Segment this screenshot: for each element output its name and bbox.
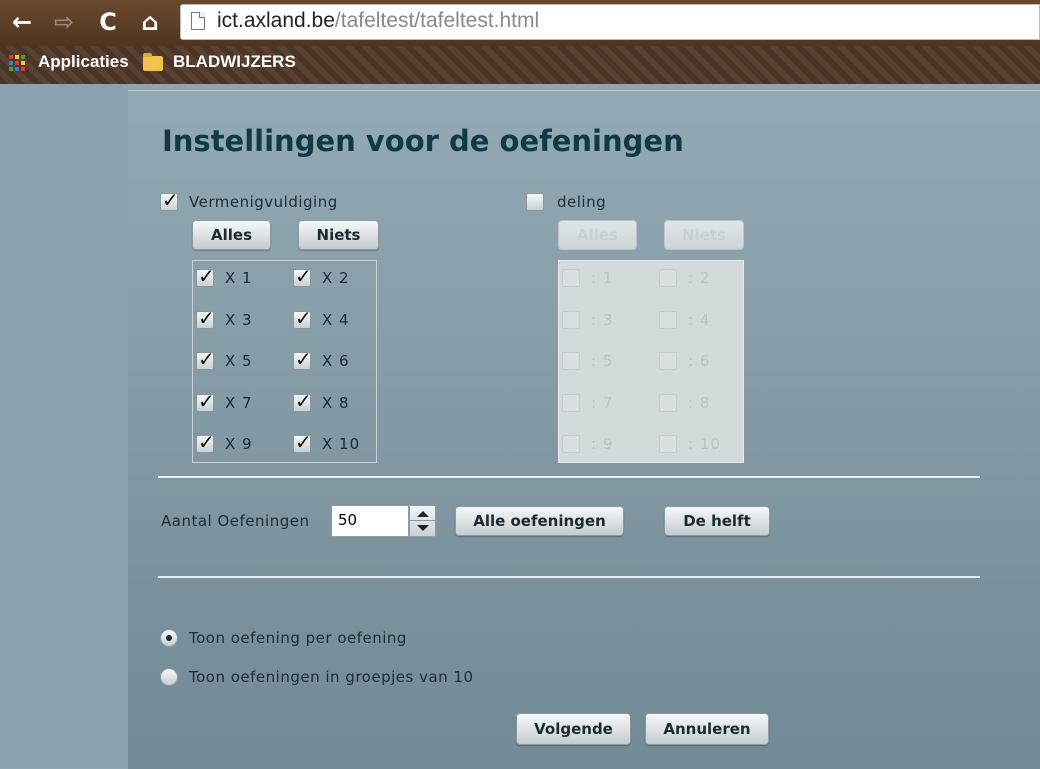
next-button[interactable]: Volgende	[516, 713, 631, 745]
check-icon: ✓	[198, 389, 215, 413]
show-one-by-one-radio[interactable]	[160, 629, 178, 647]
page-icon	[191, 12, 205, 30]
division-item-label: : 2	[688, 269, 711, 287]
check-icon: ✓	[198, 430, 215, 454]
division-item-checkbox[interactable]	[659, 435, 677, 453]
show-groups-label: Toon oefeningen in groepjes van 10	[189, 668, 474, 686]
multiplication-item-label: X 8	[322, 394, 350, 412]
division-item-label: : 5	[591, 352, 614, 370]
folder-icon	[143, 53, 163, 71]
division-checkbox[interactable]	[526, 193, 544, 211]
apps-grid-icon[interactable]	[9, 55, 27, 73]
check-icon: ✓	[295, 430, 312, 454]
division-item-label: : 8	[688, 394, 711, 412]
multiplication-checkbox[interactable]: ✓	[160, 188, 179, 212]
half-button[interactable]: De helft	[664, 506, 770, 536]
page-margin	[0, 84, 128, 768]
back-icon[interactable]: ←	[8, 8, 36, 36]
check-icon: ✓	[198, 347, 215, 371]
multiplication-item-checkbox[interactable]: ✓	[293, 306, 312, 330]
division-item-checkbox[interactable]	[659, 394, 677, 412]
url-host: ict.axland.be	[217, 9, 335, 32]
exercise-count-label: Aantal Oefeningen	[161, 512, 310, 530]
spinner-divider	[410, 520, 435, 521]
all-exercises-button[interactable]: Alle oefeningen	[455, 506, 624, 536]
check-icon: ✓	[295, 306, 312, 330]
multiplication-item-checkbox[interactable]: ✓	[293, 347, 312, 371]
division-item-checkbox[interactable]	[562, 269, 580, 287]
division-item-checkbox[interactable]	[659, 352, 677, 370]
check-icon: ✓	[198, 306, 215, 330]
url-text: ict.axland.be/tafeltest/tafeltest.html	[217, 9, 539, 33]
url-path: /tafeltest/tafeltest.html	[334, 9, 540, 32]
division-item-label: : 10	[688, 435, 721, 453]
division-item-checkbox[interactable]	[562, 311, 580, 329]
division-all-button[interactable]: Alles	[558, 220, 637, 250]
multiplication-item-label: X 10	[322, 435, 361, 453]
multiplication-item-checkbox[interactable]: ✓	[196, 389, 215, 413]
home-icon[interactable]: ⌂	[136, 8, 164, 36]
division-item-checkbox[interactable]	[562, 394, 580, 412]
multiplication-item-label: X 5	[225, 352, 253, 370]
page-title: Instellingen voor de oefeningen	[162, 124, 684, 158]
show-one-by-one-label: Toon oefening per oefening	[189, 629, 407, 647]
multiplication-item-checkbox[interactable]: ✓	[196, 264, 215, 288]
division-item-checkbox[interactable]	[659, 269, 677, 287]
multiplication-item-checkbox[interactable]: ✓	[293, 264, 312, 288]
radio-selected-dot	[166, 635, 172, 641]
division-table-list	[558, 260, 744, 463]
multiplication-all-button[interactable]: Alles	[192, 220, 271, 250]
multiplication-item-label: X 3	[225, 311, 253, 329]
divider	[158, 576, 980, 578]
multiplication-item-label: X 7	[225, 394, 253, 412]
multiplication-item-label: X 1	[225, 269, 253, 287]
check-icon: ✓	[295, 264, 312, 288]
division-item-label: : 7	[591, 394, 614, 412]
multiplication-item-label: X 4	[322, 311, 350, 329]
reload-icon[interactable]: C	[94, 8, 122, 36]
multiplication-item-checkbox[interactable]: ✓	[196, 347, 215, 371]
division-label: deling	[557, 193, 607, 211]
divider	[158, 476, 980, 478]
exercise-count-input[interactable]: 50	[331, 505, 409, 537]
multiplication-item-label: X 6	[322, 352, 350, 370]
check-icon: ✓	[162, 188, 179, 212]
multiplication-none-button[interactable]: Niets	[298, 220, 379, 250]
division-none-button[interactable]: Niets	[664, 220, 744, 250]
division-item-label: : 3	[591, 311, 614, 329]
bookmark-folder[interactable]: BLADWIJZERS	[173, 52, 296, 72]
division-item-label: : 4	[688, 311, 711, 329]
multiplication-item-label: X 9	[225, 435, 253, 453]
multiplication-label: Vermenigvuldiging	[189, 193, 338, 211]
check-icon: ✓	[295, 347, 312, 371]
cancel-button[interactable]: Annuleren	[645, 713, 769, 745]
division-item-label: : 1	[591, 269, 614, 287]
show-groups-radio[interactable]	[160, 668, 178, 686]
division-item-checkbox[interactable]	[659, 311, 677, 329]
division-item-label: : 9	[591, 435, 614, 453]
division-item-checkbox[interactable]	[562, 352, 580, 370]
multiplication-item-label: X 2	[322, 269, 350, 287]
multiplication-item-checkbox[interactable]: ✓	[293, 430, 312, 454]
address-bar[interactable]: ict.axland.be/tafeltest/tafeltest.html	[180, 4, 1040, 40]
multiplication-item-checkbox[interactable]: ✓	[293, 389, 312, 413]
exercise-count-spinner[interactable]	[409, 505, 436, 537]
spin-down-icon[interactable]	[417, 525, 429, 531]
check-icon: ✓	[198, 264, 215, 288]
forward-icon[interactable]: ⇨	[50, 8, 78, 36]
bookmark-apps[interactable]: Applicaties	[38, 52, 129, 72]
spin-up-icon[interactable]	[417, 511, 429, 517]
check-icon: ✓	[295, 389, 312, 413]
multiplication-item-checkbox[interactable]: ✓	[196, 430, 215, 454]
browser-toolbar: ← ⇨ C ⌂ ict.axland.be/tafeltest/tafeltes…	[0, 0, 1040, 46]
division-item-checkbox[interactable]	[562, 435, 580, 453]
multiplication-item-checkbox[interactable]: ✓	[196, 306, 215, 330]
division-item-label: : 6	[688, 352, 711, 370]
